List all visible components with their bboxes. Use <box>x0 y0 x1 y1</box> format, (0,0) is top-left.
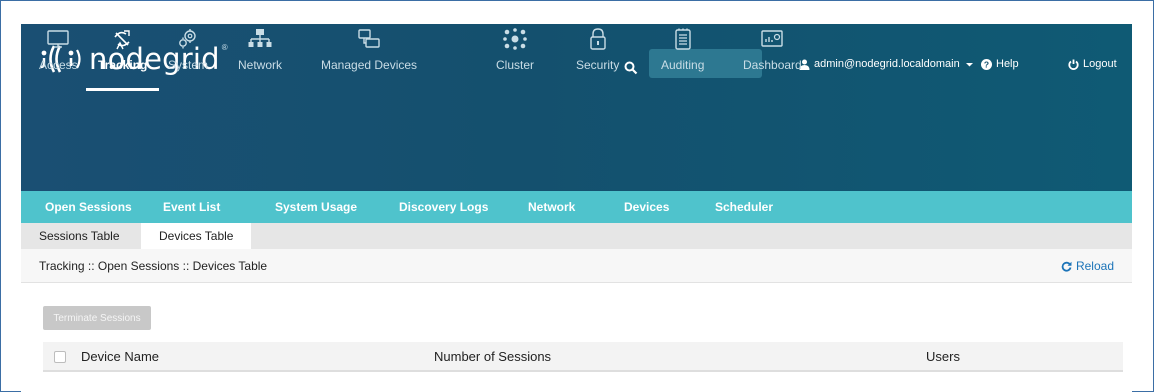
satellite-icon <box>114 30 130 50</box>
nav-dashboard-label: Dashboard <box>743 58 802 72</box>
nav-system[interactable]: System <box>168 24 208 91</box>
monitor-icon <box>47 30 70 48</box>
power-icon <box>1068 59 1079 70</box>
nav-security[interactable]: Security <box>576 24 619 91</box>
app: nodegrid ® admin@nodegrid.localdomain ? … <box>21 24 1132 392</box>
nav-cluster-label: Cluster <box>496 58 535 72</box>
gears-icon <box>179 29 196 49</box>
cluster-icon <box>503 28 527 50</box>
question-circle-icon: ? <box>981 58 992 70</box>
nav-dashboard[interactable]: Dashboard <box>743 24 802 91</box>
subnav-scheduler[interactable]: Scheduler <box>715 191 773 223</box>
nav-managed-devices-label: Managed Devices <box>321 58 418 72</box>
nav-auditing[interactable]: Auditing <box>661 24 704 91</box>
tab-bar: Sessions Table Devices Table <box>21 223 1132 249</box>
user-menu[interactable]: admin@nodegrid.localdomain <box>799 58 975 70</box>
nav-network-label: Network <box>238 58 283 72</box>
nav-network[interactable]: Network <box>238 24 282 91</box>
logo-registered-mark: ® <box>221 42 228 52</box>
subnav: Open Sessions Event List System Usage Di… <box>21 191 1132 223</box>
tab-devices-table[interactable]: Devices Table <box>141 223 252 249</box>
reload-label: Reload <box>1075 259 1114 273</box>
logout-link[interactable]: Logout <box>1068 58 1117 70</box>
nav-tracking-label: Tracking <box>98 58 148 72</box>
tab-sessions-table[interactable]: Sessions Table <box>21 223 138 249</box>
column-number-of-sessions[interactable]: Number of Sessions <box>434 349 551 364</box>
nav-tracking[interactable]: Tracking <box>85 24 160 91</box>
select-all-checkbox[interactable] <box>54 351 66 363</box>
nav-cluster[interactable]: Cluster <box>496 24 534 91</box>
subnav-devices[interactable]: Devices <box>624 191 669 223</box>
nav-auditing-label: Auditing <box>661 58 705 72</box>
search-icon[interactable] <box>624 61 638 75</box>
refresh-icon <box>1061 261 1072 272</box>
column-users[interactable]: Users <box>926 349 960 364</box>
nav-access[interactable]: Access <box>39 24 78 91</box>
table-header: Device Name Number of Sessions Users <box>43 342 1123 372</box>
reload-button[interactable]: Reload <box>1061 259 1114 273</box>
logout-label: Logout <box>1083 58 1117 70</box>
nav-security-label: Security <box>576 58 620 72</box>
breadcrumb-bar: Tracking :: Open Sessions :: Devices Tab… <box>21 249 1132 283</box>
user-name: admin@nodegrid.localdomain <box>814 58 960 70</box>
devices-icon <box>358 29 380 48</box>
breadcrumb: Tracking :: Open Sessions :: Devices Tab… <box>39 259 268 273</box>
clipboard-icon <box>674 28 691 50</box>
subnav-network[interactable]: Network <box>528 191 575 223</box>
nav-managed-devices[interactable]: Managed Devices <box>321 24 417 91</box>
svg-text:?: ? <box>984 59 989 69</box>
subnav-event-list[interactable]: Event List <box>163 191 220 223</box>
subnav-system-usage[interactable]: System Usage <box>275 191 357 223</box>
help-link[interactable]: ? Help <box>981 58 1019 70</box>
lock-icon <box>589 28 606 50</box>
help-label: Help <box>996 58 1019 70</box>
network-icon <box>248 29 272 47</box>
subnav-discovery-logs[interactable]: Discovery Logs <box>399 191 488 223</box>
terminate-sessions-button[interactable]: Terminate Sessions <box>43 306 151 330</box>
nav-access-label: Access <box>39 58 78 72</box>
dashboard-icon <box>761 30 784 47</box>
chevron-down-icon <box>965 62 973 66</box>
subnav-open-sessions[interactable]: Open Sessions <box>45 191 132 223</box>
column-device-name[interactable]: Device Name <box>81 349 159 364</box>
nav-system-label: System <box>168 58 209 72</box>
top-header: nodegrid ® admin@nodegrid.localdomain ? … <box>21 24 1132 191</box>
